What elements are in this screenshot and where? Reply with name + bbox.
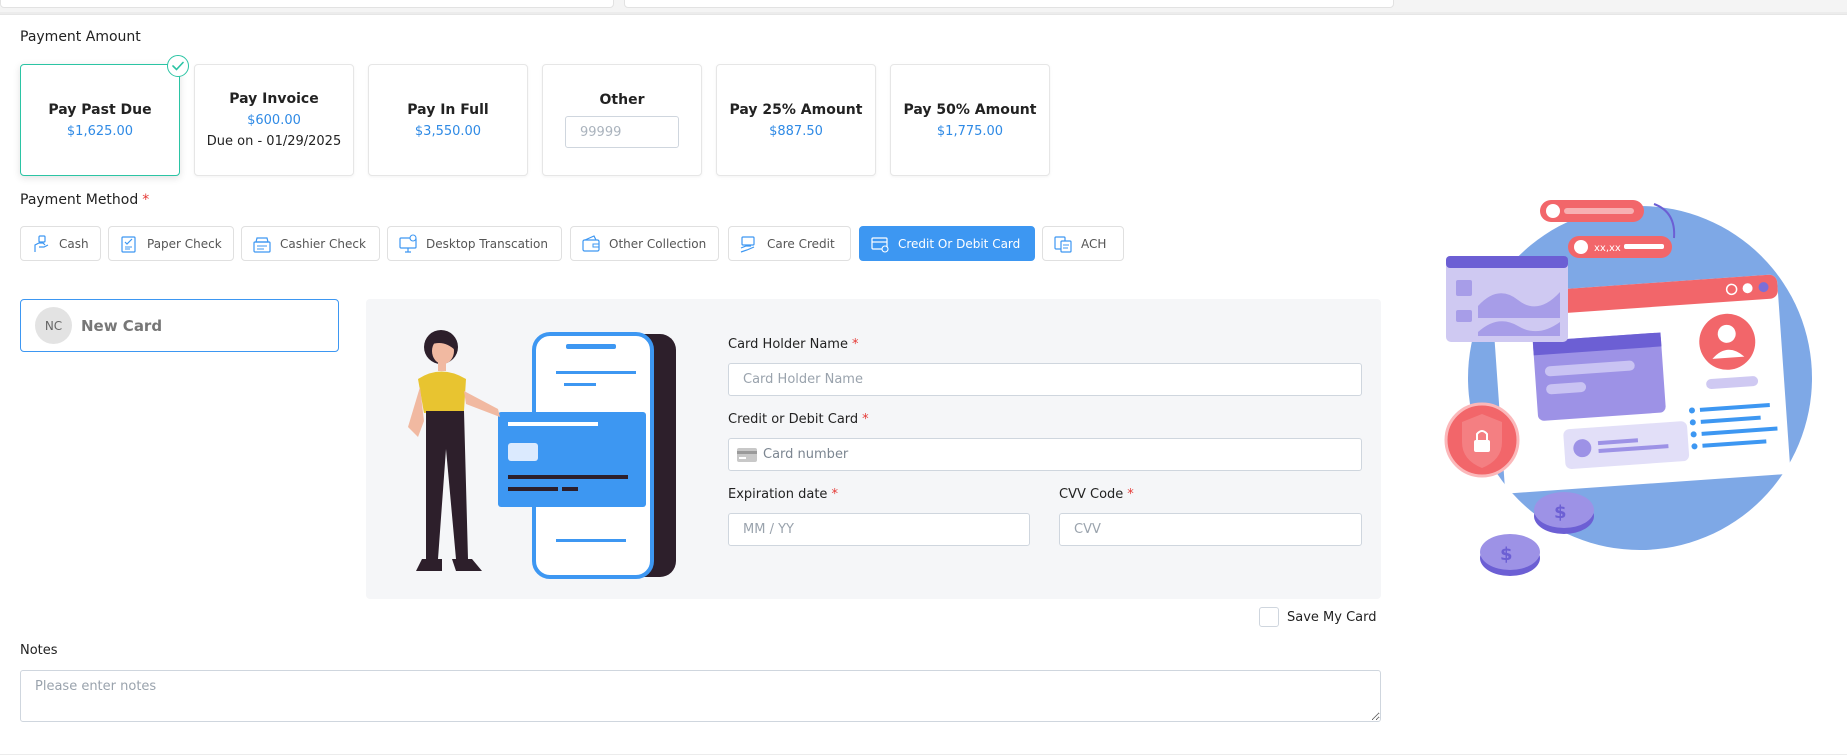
method-paper-check-button[interactable]: Paper Check <box>108 226 234 261</box>
save-card-checkbox[interactable] <box>1259 607 1279 627</box>
svg-text:$: $ <box>1554 502 1567 523</box>
desktop-transaction-icon <box>399 233 417 253</box>
expiration-label: Expiration date * <box>728 487 838 502</box>
amount-option-other[interactable]: Other <box>542 64 702 176</box>
illustration-text: xx,xx <box>1594 243 1621 254</box>
card-number-field[interactable] <box>728 438 1362 471</box>
amount-option-title: Pay Invoice <box>229 91 319 107</box>
top-field-right[interactable] <box>624 0 1394 8</box>
method-label: Cashier Check <box>280 236 366 251</box>
required-mark: * <box>1127 487 1134 502</box>
ach-bank-icon <box>1054 235 1072 253</box>
amount-option-title: Other <box>599 92 645 108</box>
amount-option-25-percent[interactable]: Pay 25% Amount $887.50 <box>716 64 876 176</box>
top-bar <box>0 0 1847 12</box>
payment-method-label-text: Payment Method <box>20 192 139 208</box>
card-holder-label-text: Card Holder Name <box>728 337 848 352</box>
method-label: Care Credit <box>767 236 835 251</box>
avatar: NC <box>35 307 72 344</box>
method-desktop-transaction-button[interactable]: Desktop Transcation <box>387 226 562 261</box>
amount-option-value: $3,550.00 <box>414 123 482 139</box>
method-ach-button[interactable]: ACH <box>1042 226 1124 261</box>
required-mark: * <box>862 412 869 427</box>
person-phone-illustration <box>408 330 676 579</box>
method-credit-debit-card-button[interactable]: Credit Or Debit Card <box>859 226 1035 261</box>
expiration-label-text: Expiration date <box>728 487 828 502</box>
method-cashier-check-button[interactable]: Cashier Check <box>241 226 380 261</box>
save-card-label: Save My Card <box>1287 609 1377 625</box>
card-icon <box>737 447 757 462</box>
amount-option-in-full[interactable]: Pay In Full $3,550.00 <box>368 64 528 176</box>
amount-option-title: Pay 50% Amount <box>903 101 1037 118</box>
amount-option-title: Pay Past Due <box>48 101 152 118</box>
method-other-collection-button[interactable]: Other Collection <box>570 226 719 261</box>
amount-option-title: Pay 25% Amount <box>729 101 863 118</box>
payment-amount-label: Payment Amount <box>20 29 141 45</box>
card-number-label: Credit or Debit Card * <box>728 412 869 427</box>
amount-option-past-due[interactable]: Pay Past Due $1,625.00 <box>20 55 189 176</box>
method-cash-button[interactable]: Cash <box>20 226 101 261</box>
new-card-option[interactable]: NC New Card <box>20 299 339 352</box>
method-label: Credit Or Debit Card <box>898 236 1021 251</box>
save-card-row: Save My Card <box>1259 607 1377 627</box>
check-icon <box>167 55 189 77</box>
other-amount-input[interactable] <box>565 116 679 148</box>
amount-option-value: $1,775.00 <box>936 123 1004 139</box>
cashier-check-icon <box>253 236 271 253</box>
amount-option-title: Pay In Full <box>407 101 489 118</box>
notes-label: Notes <box>20 643 58 658</box>
method-label: Cash <box>59 236 89 251</box>
care-credit-icon <box>740 235 755 253</box>
card-number-input[interactable] <box>757 439 1337 470</box>
expiration-input[interactable] <box>728 513 1030 546</box>
top-field-left[interactable] <box>0 0 614 8</box>
card-holder-label: Card Holder Name * <box>728 337 858 352</box>
payment-method-label: Payment Method * <box>20 192 149 208</box>
cvv-label-text: CVV Code <box>1059 487 1124 502</box>
cash-hand-icon <box>34 234 49 252</box>
svg-text:$: $ <box>1500 544 1513 565</box>
method-label: Other Collection <box>609 236 707 251</box>
amount-option-value: $887.50 <box>769 123 823 139</box>
required-mark: * <box>831 487 838 502</box>
notes-textarea[interactable] <box>20 670 1381 722</box>
method-label: ACH <box>1081 236 1107 251</box>
card-number-label-text: Credit or Debit Card <box>728 412 859 427</box>
amount-option-due-date: Due on - 01/29/2025 <box>206 134 342 149</box>
amount-option-value: $600.00 <box>247 113 301 128</box>
method-label: Desktop Transcation <box>426 236 548 251</box>
method-label: Paper Check <box>147 236 222 251</box>
required-mark: * <box>851 337 859 352</box>
card-holder-input[interactable] <box>728 363 1362 396</box>
paper-check-icon <box>121 235 136 253</box>
cvv-input[interactable] <box>1059 513 1362 546</box>
amount-option-invoice[interactable]: Pay Invoice $600.00 Due on - 01/29/2025 <box>194 64 354 176</box>
amount-option-value: $1,625.00 <box>66 123 134 139</box>
wallet-icon <box>582 234 600 252</box>
payment-security-illustration: xx,xx $ $ <box>1444 200 1812 576</box>
amount-option-50-percent[interactable]: Pay 50% Amount $1,775.00 <box>890 64 1050 176</box>
credit-card-icon <box>871 236 889 253</box>
new-card-label: New Card <box>81 316 163 335</box>
cvv-label: CVV Code * <box>1059 487 1134 502</box>
required-mark: * <box>142 192 150 208</box>
method-care-credit-button[interactable]: Care Credit <box>728 226 851 261</box>
